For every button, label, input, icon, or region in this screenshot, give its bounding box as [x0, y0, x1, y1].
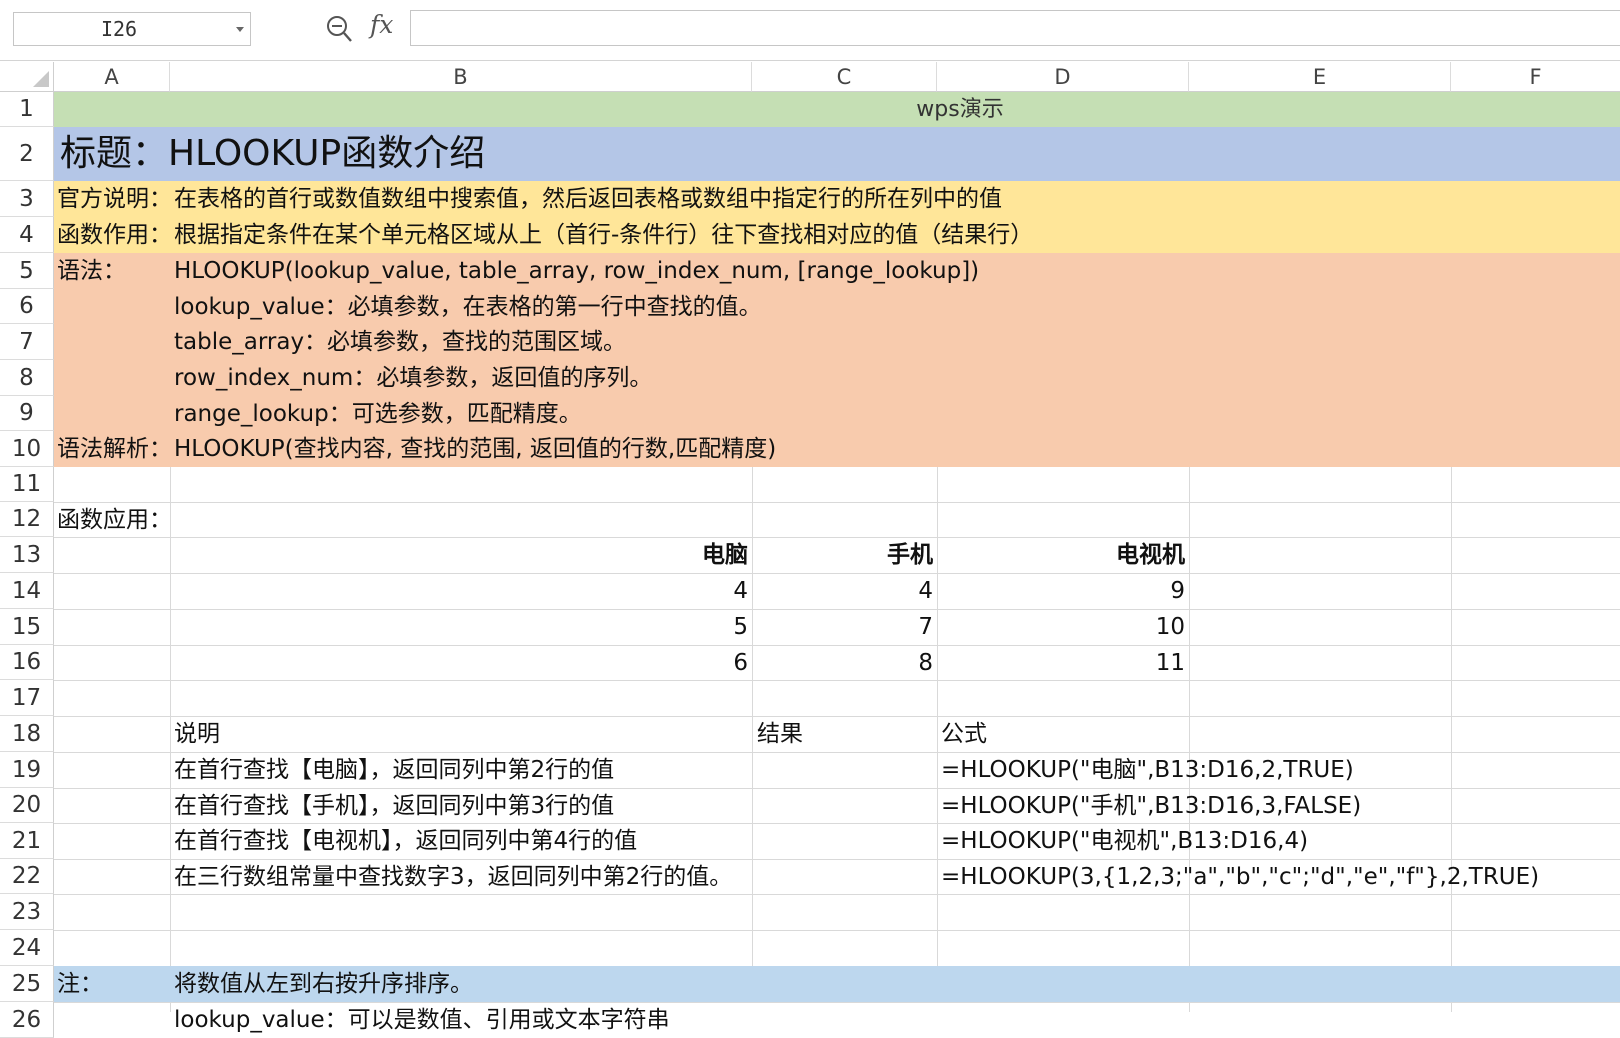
cell-r1-title[interactable]: wps演示 — [54, 92, 1620, 127]
table-cell[interactable]: 10 — [937, 609, 1185, 645]
cell-a5[interactable]: 语法： — [57, 253, 126, 289]
row-header-18[interactable]: 18 — [0, 716, 54, 752]
cell-b10[interactable]: HLOOKUP(查找内容, 查找的范围, 返回值的行数,匹配精度) — [174, 431, 776, 467]
cell-c18-result-header[interactable]: 结果 — [757, 716, 803, 752]
formula-toolbar: I26 fx — [0, 0, 1620, 61]
column-header-b[interactable]: B — [170, 62, 752, 92]
zoom-icon[interactable] — [326, 14, 354, 44]
cell-b4[interactable]: 根据指定条件在某个单元格区域从上（首行-条件行）往下查找相对应的值（结果行） — [174, 217, 1033, 253]
row-header-22[interactable]: 22 — [0, 859, 54, 894]
grid-hline — [54, 930, 1620, 931]
table-header-phone[interactable]: 手机 — [752, 537, 933, 573]
column-header-f[interactable]: F — [1451, 62, 1620, 92]
table-cell[interactable]: 11 — [937, 645, 1185, 681]
row-header-16[interactable]: 16 — [0, 645, 54, 680]
row-header-25[interactable]: 25 — [0, 966, 54, 1002]
row-header-11[interactable]: 11 — [0, 467, 54, 502]
example-formula[interactable]: =HLOOKUP(3,{1,2,3;"a","b","c";"d","e","f… — [941, 859, 1539, 895]
chevron-down-icon[interactable] — [236, 27, 244, 32]
cell-b9[interactable]: range_lookup：可选参数，匹配精度。 — [174, 396, 582, 432]
cell-a12[interactable]: 函数应用： — [57, 502, 172, 538]
row-header-2[interactable]: 2 — [0, 127, 54, 181]
fx-icon[interactable]: fx — [370, 10, 393, 39]
row-header-10[interactable]: 10 — [0, 431, 54, 467]
cell-a3[interactable]: 官方说明： — [57, 181, 172, 217]
grid-hline — [54, 716, 1620, 717]
table-cell[interactable]: 9 — [937, 573, 1185, 609]
example-formula[interactable]: =HLOOKUP("电脑",B13:D16,2,TRUE) — [941, 752, 1354, 788]
name-box[interactable]: I26 — [13, 12, 251, 46]
grid-vline-a-row26 — [170, 1002, 171, 1012]
cell-a10[interactable]: 语法解析： — [57, 431, 172, 467]
row-header-23[interactable]: 23 — [0, 894, 54, 930]
cell-b25-note[interactable]: 将数值从左到右按升序排序。 — [174, 966, 473, 1002]
cell-b18-desc-header[interactable]: 说明 — [174, 716, 220, 752]
table-cell[interactable]: 5 — [170, 609, 748, 645]
cell-b8[interactable]: row_index_num：必填参数，返回值的序列。 — [174, 360, 652, 396]
column-header-c[interactable]: C — [752, 62, 937, 92]
select-all-triangle-icon — [33, 71, 49, 87]
cell-b5[interactable]: HLOOKUP(lookup_value, table_array, row_i… — [174, 253, 979, 289]
example-formula[interactable]: =HLOOKUP("电视机",B13:D16,4) — [941, 823, 1308, 859]
row-header-20[interactable]: 20 — [0, 788, 54, 823]
grid-vline-f-row26 — [1451, 1002, 1452, 1012]
row-header-24[interactable]: 24 — [0, 930, 54, 966]
row-header-19[interactable]: 19 — [0, 752, 54, 788]
example-desc[interactable]: 在首行查找【手机】，返回同列中第3行的值 — [174, 788, 614, 824]
table-cell[interactable]: 7 — [752, 609, 933, 645]
column-header-d[interactable]: D — [937, 62, 1189, 92]
grid-hline — [54, 502, 1620, 503]
row-header-3[interactable]: 3 — [0, 181, 54, 217]
table-header-tv[interactable]: 电视机 — [937, 537, 1185, 573]
row-header-12[interactable]: 12 — [0, 502, 54, 537]
table-cell[interactable]: 6 — [170, 645, 748, 681]
cell-b26-note[interactable]: lookup_value：可以是数值、引用或文本字符串 — [174, 1002, 670, 1038]
name-box-value: I26 — [100, 17, 138, 41]
example-formula[interactable]: =HLOOKUP("手机",B13:D16,3,FALSE) — [941, 788, 1361, 824]
column-header-a[interactable]: A — [54, 62, 170, 92]
cell-a25-note[interactable]: 注： — [57, 966, 103, 1002]
table-cell[interactable]: 4 — [752, 573, 933, 609]
row-header-13[interactable]: 13 — [0, 537, 54, 573]
table-header-computer[interactable]: 电脑 — [170, 537, 748, 573]
grid-vline-e-row26 — [1189, 1002, 1190, 1012]
row-header-5[interactable]: 5 — [0, 253, 54, 289]
row-header-4[interactable]: 4 — [0, 217, 54, 253]
row-header-14[interactable]: 14 — [0, 573, 54, 609]
cell-b3[interactable]: 在表格的首行或数值数组中搜索值，然后返回表格或数组中指定行的所在列中的值 — [174, 181, 1002, 217]
column-header-e[interactable]: E — [1189, 62, 1451, 92]
row-header-7[interactable]: 7 — [0, 324, 54, 360]
row-header-26[interactable]: 26 — [0, 1002, 54, 1038]
cell-b6[interactable]: lookup_value：必填参数，在表格的第一行中查找的值。 — [174, 289, 762, 325]
select-all-corner[interactable] — [0, 62, 54, 92]
cell-r2-heading[interactable]: 标题：HLOOKUP函数介绍 — [60, 127, 485, 181]
cell-a4[interactable]: 函数作用： — [57, 217, 172, 253]
example-desc[interactable]: 在三行数组常量中查找数字3，返回同列中第2行的值。 — [174, 859, 732, 895]
row-header-6[interactable]: 6 — [0, 289, 54, 324]
example-desc[interactable]: 在首行查找【电脑】，返回同列中第2行的值 — [174, 752, 614, 788]
row-header-21[interactable]: 21 — [0, 823, 54, 859]
cell-b7[interactable]: table_array：必填参数，查找的范围区域。 — [174, 324, 626, 360]
example-desc[interactable]: 在首行查找【电视机】，返回同列中第4行的值 — [174, 823, 637, 859]
row-header-8[interactable]: 8 — [0, 360, 54, 396]
row-header-1[interactable]: 1 — [0, 92, 54, 127]
row-header-17[interactable]: 17 — [0, 680, 54, 716]
table-cell[interactable]: 8 — [752, 645, 933, 681]
formula-input[interactable] — [410, 10, 1620, 46]
cell-d18-formula-header[interactable]: 公式 — [941, 716, 987, 752]
row-header-9[interactable]: 9 — [0, 396, 54, 431]
table-cell[interactable]: 4 — [170, 573, 748, 609]
row-header-15[interactable]: 15 — [0, 609, 54, 645]
